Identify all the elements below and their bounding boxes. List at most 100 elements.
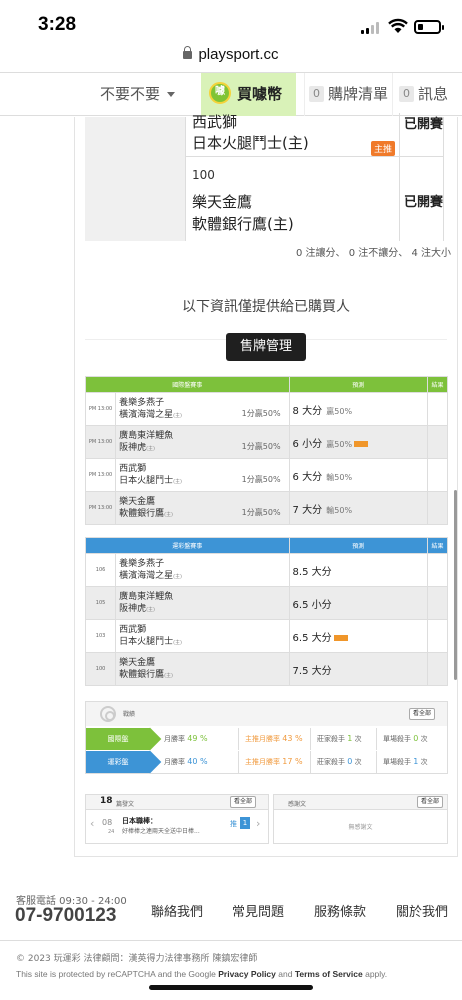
prediction: 6 大分 [292,471,323,483]
terms-of-service-link[interactable]: Terms of Service [295,969,363,979]
user-menu[interactable]: 不要不要 [100,73,176,116]
team-away: 廣島東洋鯉魚 [119,591,174,602]
main-pick-badge: 主推 [371,141,396,156]
header-games: 國際盤賽事 [85,376,290,393]
sell-management-button[interactable]: 售牌管理 [226,333,306,361]
bookie-killer: 莊家殺手 1 次 [310,728,362,750]
game-number: 100 [192,168,215,182]
team-name: 軟體銀行鷹(主) [192,215,294,233]
buyers-only-notice: 以下資訊僅提供給已購買人 [182,299,350,315]
handicap-rate: 1分贏50% [241,475,281,484]
footer-link-about[interactable]: 關於我們 [396,901,448,920]
table-row: PM 13:00 廣島東洋鯉魚 阪神虎(主) 1分贏50% 6 小分 贏50% [84,425,449,459]
game-time: PM 13:00 [84,491,117,525]
home-marker: (主) [173,412,182,419]
prediction: 6.5 大分 [292,632,332,644]
teams-cell: 養樂多燕子 橫濱海灣之星(主) 1分贏50% [115,392,290,426]
url-bar[interactable]: playsport.cc [0,46,462,72]
top-game-row: 100 樂天金鷹 軟體銀行鷹(主) 已開賽 [186,157,443,241]
posts-title: 篇發文 [116,801,135,808]
monthly-win-rate: 月勝率 40 % [164,757,208,766]
table-row: PM 13:00 樂天金鷹 軟體銀行鷹(主) 1分贏50% 7 大分 輸50% [84,491,449,525]
prediction: 6 小分 [292,438,323,450]
team-home: 日本火腿鬥士 [119,636,174,647]
home-indicator[interactable] [149,985,313,990]
single-killer: 單場殺手 0 次 [376,728,428,750]
team-name: 日本火腿鬥士(主) [192,134,309,152]
prediction-rate: 輸50% [326,505,353,515]
prediction: 8.5 大分 [292,566,332,578]
cart-count-badge: 0 [309,85,324,102]
header-result: 結果 [426,376,449,393]
post-snippet[interactable]: 好棒棒之連兩天全送中日棒... [122,826,200,835]
scrollbar[interactable] [454,490,457,680]
prev-icon[interactable]: ‹ [90,817,94,830]
record-label: 運彩盤 [86,751,150,773]
messages-label: 訊息 [418,85,449,103]
thanks-view-all-button[interactable]: 看全部 [416,796,443,808]
result-cell [426,619,449,653]
team-away: 養樂多燕子 [119,558,165,569]
cart-link[interactable]: 0 購牌清單 [304,73,388,116]
left-panel [85,117,185,241]
bookie-killer: 莊家殺手 0 次 [310,751,362,773]
record-view-all-button[interactable]: 看全部 [408,708,435,720]
game-time: PM 13:00 [84,392,117,426]
record-label: 國際盤 [86,728,150,750]
result-cell [426,491,449,525]
top-games-table: 西武獅 日本火腿鬥士(主) 主推 已開賽 100 樂天金鷹 軟體銀行鷹(主) 已… [185,113,444,241]
teams-cell: 西武獅 日本火腿鬥士(主) [115,619,290,653]
top-nav: 不要不要 噱買噱幣 0 購牌清單 0 訊息 [0,72,462,116]
record-title: 戰績 [123,711,136,718]
teams-cell: 樂天金鷹 軟體銀行鷹(主) 1分贏50% [115,491,290,525]
footer-link-contact[interactable]: 聯絡我們 [151,901,203,920]
hotline-number[interactable]: 07-9700123 [15,905,116,927]
game-time: PM 13:00 [84,458,117,492]
teams-cell: 廣島東洋鯉魚 阪神虎(主) [115,586,290,620]
post-title[interactable]: 日本職棒： [122,816,157,826]
recommend-label: 推 [230,820,237,828]
cart-label: 購牌清單 [328,85,389,103]
prediction-rate: 贏50% [326,406,353,416]
table-header: 運彩盤賽事 預測 結果 [85,537,449,554]
next-icon[interactable]: › [256,817,260,830]
buy-coins-label: 買噱幣 [237,85,283,103]
top-game-row: 西武獅 日本火腿鬥士(主) 主推 已開賽 [186,113,443,157]
privacy-policy-link[interactable]: Privacy Policy [218,969,276,979]
team-away: 樂天金鷹 [119,496,156,507]
user-name: 不要不要 [100,85,161,103]
posts-panel: 18 篇發文 看全部 ‹ 08 24 日本職棒： 好棒棒之連兩天全送中日棒...… [85,794,269,844]
status-time: 3:28 [38,14,77,35]
team-home: 阪神虎 [119,603,147,614]
table-header: 國際盤賽事 預測 結果 [85,376,449,393]
lottery-picks-table: 運彩盤賽事 預測 結果 106 養樂多燕子 橫濱海灣之星(主) 8.5 大分 10… [84,537,449,686]
messages-link[interactable]: 0 訊息 [392,73,448,116]
footer-link-terms[interactable]: 服務條款 [314,901,366,920]
prediction-cell: 6.5 大分 [288,619,428,653]
recommend-count: 1 [240,817,250,829]
table-row: 106 養樂多燕子 橫濱海灣之星(主) 8.5 大分 [84,553,449,587]
post-day: 24 [108,829,115,835]
prediction: 7 大分 [292,504,323,516]
main-monthly-win-rate: 主推月勝率 43 % [238,728,303,750]
posts-view-all-button[interactable]: 看全部 [229,796,256,808]
monthly-win-rate: 月勝率 49 % [164,734,208,743]
prediction-cell: 7 大分 輸50% [288,491,428,525]
main-pick-tag [333,634,348,641]
lock-icon [183,46,193,59]
team-name: 西武獅 [192,113,238,131]
team-home: 橫濱海灣之星 [119,570,174,581]
handicap-rate: 1分贏50% [241,409,281,418]
result-cell [426,425,449,459]
posts-header: 18 篇發文 看全部 [86,795,268,810]
result-cell [426,553,449,587]
copyright: © 2023 玩運彩 法律顧問：漢英得力法律事務所 陳鎮宏律師 [16,954,258,964]
result-cell [426,458,449,492]
team-home: 軟體銀行鷹 [119,669,165,680]
home-marker: (主) [173,478,182,485]
post-month: 08 [102,818,113,827]
table-row: PM 13:00 養樂多燕子 橫濱海灣之星(主) 1分贏50% 8 大分 贏50% [84,392,449,426]
main-monthly-win-rate: 主推月勝率 17 % [238,751,303,773]
buy-coins-button[interactable]: 噱買噱幣 [201,73,296,116]
footer-link-faq[interactable]: 常見問題 [232,901,284,920]
